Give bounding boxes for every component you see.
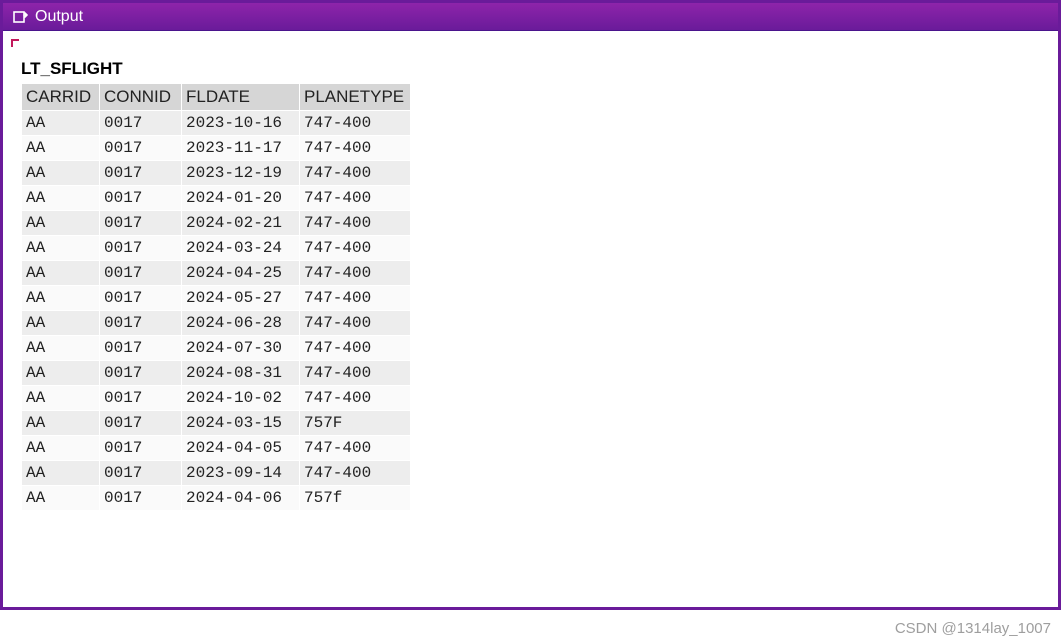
table-row: AA00172024-07-30747-400 [22,336,411,361]
table-header-row: CARRID CONNID FLDATE PLANETYPE [22,84,411,111]
titlebar: Output [3,3,1058,31]
cell-fldate: 2023-10-16 [182,111,300,136]
cell-carrid: AA [22,336,100,361]
cell-fldate: 2024-04-05 [182,436,300,461]
cell-fldate: 2024-04-25 [182,261,300,286]
cell-carrid: AA [22,211,100,236]
output-window: Output LT_SFLIGHT CARRID CONNID FLDATE P… [0,0,1061,610]
cell-fldate: 2023-12-19 [182,161,300,186]
cell-planetype: 747-400 [300,136,411,161]
cell-carrid: AA [22,161,100,186]
cell-carrid: AA [22,111,100,136]
cell-carrid: AA [22,436,100,461]
cell-connid: 0017 [100,186,182,211]
window-title: Output [35,8,83,26]
cell-connid: 0017 [100,136,182,161]
cell-connid: 0017 [100,261,182,286]
cell-planetype: 747-400 [300,261,411,286]
cell-connid: 0017 [100,386,182,411]
table-row: AA00172023-09-14747-400 [22,461,411,486]
cell-fldate: 2024-05-27 [182,286,300,311]
cell-fldate: 2024-07-30 [182,336,300,361]
cell-planetype: 757f [300,486,411,511]
table-row: AA00172024-01-20747-400 [22,186,411,211]
cell-carrid: AA [22,361,100,386]
table-row: AA00172024-05-27747-400 [22,286,411,311]
table-row: AA00172024-04-05747-400 [22,436,411,461]
cell-connid: 0017 [100,286,182,311]
cell-connid: 0017 [100,311,182,336]
cell-carrid: AA [22,461,100,486]
table-row: AA00172024-04-25747-400 [22,261,411,286]
cell-planetype: 747-400 [300,461,411,486]
table-row: AA00172024-08-31747-400 [22,361,411,386]
col-header-connid: CONNID [100,84,182,111]
cell-planetype: 757F [300,411,411,436]
content-area: LT_SFLIGHT CARRID CONNID FLDATE PLANETYP… [3,31,1058,607]
col-header-fldate: FLDATE [182,84,300,111]
footer-credit: CSDN @1314lay_1007 [895,620,1051,637]
cell-carrid: AA [22,311,100,336]
cell-carrid: AA [22,136,100,161]
cell-connid: 0017 [100,436,182,461]
cell-carrid: AA [22,386,100,411]
cell-planetype: 747-400 [300,336,411,361]
col-header-planetype: PLANETYPE [300,84,411,111]
cell-planetype: 747-400 [300,361,411,386]
section-title: LT_SFLIGHT [21,59,1048,79]
cell-connid: 0017 [100,486,182,511]
cell-fldate: 2024-03-24 [182,236,300,261]
table-row: AA00172023-12-19747-400 [22,161,411,186]
cell-planetype: 747-400 [300,236,411,261]
cell-connid: 0017 [100,111,182,136]
cell-fldate: 2023-09-14 [182,461,300,486]
cell-connid: 0017 [100,236,182,261]
cell-planetype: 747-400 [300,111,411,136]
table-body: AA00172023-10-16747-400AA00172023-11-177… [22,111,411,511]
table-row: AA00172024-02-21747-400 [22,211,411,236]
cell-carrid: AA [22,486,100,511]
data-table: CARRID CONNID FLDATE PLANETYPE AA0017202… [21,83,411,511]
cell-carrid: AA [22,261,100,286]
cell-carrid: AA [22,286,100,311]
cell-connid: 0017 [100,161,182,186]
output-icon [11,8,29,26]
cell-fldate: 2024-04-06 [182,486,300,511]
cell-connid: 0017 [100,461,182,486]
cell-carrid: AA [22,411,100,436]
table-row: AA00172024-03-15757F [22,411,411,436]
cell-planetype: 747-400 [300,286,411,311]
cell-fldate: 2024-01-20 [182,186,300,211]
cell-carrid: AA [22,236,100,261]
section-marker [11,39,21,49]
cell-fldate: 2024-08-31 [182,361,300,386]
table-row: AA00172024-04-06757f [22,486,411,511]
cell-planetype: 747-400 [300,311,411,336]
cell-fldate: 2024-10-02 [182,386,300,411]
cell-planetype: 747-400 [300,386,411,411]
table-row: AA00172024-10-02747-400 [22,386,411,411]
cell-fldate: 2024-03-15 [182,411,300,436]
cell-connid: 0017 [100,361,182,386]
cell-connid: 0017 [100,211,182,236]
table-row: AA00172023-10-16747-400 [22,111,411,136]
table-row: AA00172024-03-24747-400 [22,236,411,261]
cell-planetype: 747-400 [300,161,411,186]
cell-fldate: 2024-02-21 [182,211,300,236]
table-row: AA00172024-06-28747-400 [22,311,411,336]
cell-planetype: 747-400 [300,436,411,461]
cell-carrid: AA [22,186,100,211]
col-header-carrid: CARRID [22,84,100,111]
cell-fldate: 2024-06-28 [182,311,300,336]
cell-connid: 0017 [100,336,182,361]
cell-fldate: 2023-11-17 [182,136,300,161]
cell-planetype: 747-400 [300,211,411,236]
cell-connid: 0017 [100,411,182,436]
table-row: AA00172023-11-17747-400 [22,136,411,161]
cell-planetype: 747-400 [300,186,411,211]
